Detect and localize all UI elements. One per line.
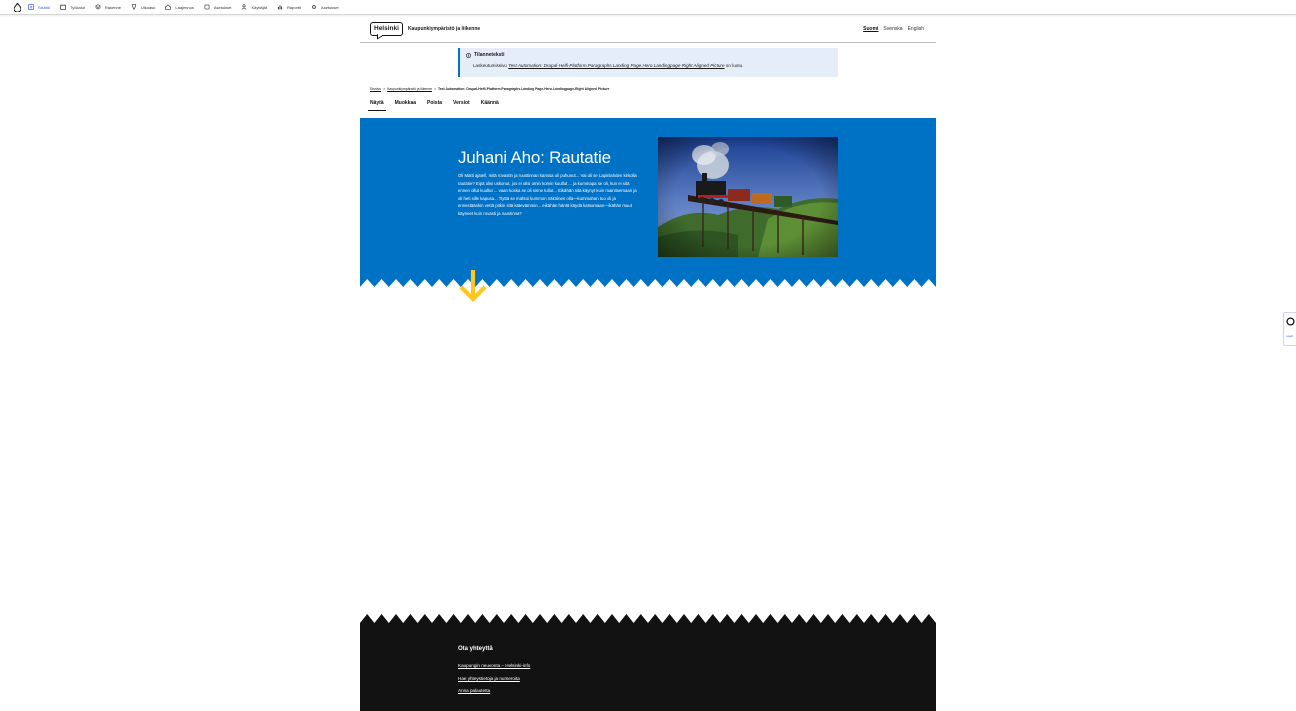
hero-image <box>658 137 838 257</box>
breadcrumb-separator: > <box>433 87 436 91</box>
structure-icon <box>94 4 101 10</box>
language-switcher: Suomi Svenska English <box>858 26 924 32</box>
info-icon <box>466 52 471 58</box>
toolbar-item-label: Asetukset <box>321 4 339 10</box>
toolbar-item-structure[interactable]: Rakenne <box>94 0 121 15</box>
tab-edit[interactable]: Muokkaa <box>393 99 418 111</box>
status-text-prefix: Laskeutumissivu <box>473 63 509 68</box>
lang-suomi[interactable]: Suomi <box>863 26 878 32</box>
footer-body: Ota yhteyttä Kaupungin neuvonta – Helsin… <box>360 626 936 711</box>
hero-wave-divider <box>360 279 936 303</box>
tab-delete[interactable]: Poista <box>425 99 444 111</box>
hero-description: Oli Matti ajatell, mitä rovastin ja ruus… <box>458 173 637 216</box>
toolbar-item-tools[interactable]: Työkalut <box>60 0 85 15</box>
breadcrumb-home[interactable]: Etusivu <box>370 87 381 91</box>
page: Helsinki Kaupunkiympäristö ja liikenne S… <box>360 15 936 711</box>
breadcrumb-section[interactable]: Kaupunkiympäristö ja liikenne <box>387 87 432 91</box>
tools-icon <box>60 4 66 10</box>
logo-text: Helsinki <box>374 25 399 32</box>
lang-svenska[interactable]: Svenska <box>883 26 902 32</box>
toolbar-item-config[interactable]: Asetukset <box>204 0 232 15</box>
tab-revisions[interactable]: Versiot <box>451 99 472 111</box>
toolbar-item-people[interactable]: Käyttäjät <box>241 0 267 15</box>
settings-icon <box>312 5 316 9</box>
drupal-logo-icon[interactable] <box>12 2 22 12</box>
toolbar-item-label: Käyttäjät <box>251 4 268 10</box>
toolbar-item-label: Asetukset <box>213 4 232 10</box>
feedback-tab[interactable]: Login <box>1283 312 1296 346</box>
config-icon <box>204 4 210 10</box>
breadcrumb-separator: > <box>383 87 386 91</box>
toolbar-item-label: Työkalut <box>70 4 85 10</box>
status-text: Laskeutumissivu Test Automation: Drupal-… <box>473 63 832 68</box>
toolbar-item-label: Sisältö <box>38 4 51 10</box>
toolbar-item-appearance[interactable]: Ulkoasu <box>131 0 155 15</box>
footer-link-contact-search[interactable]: Hae yhteystietoja ja numeroita <box>458 676 520 681</box>
content-icon <box>28 4 34 10</box>
status-message: Tilanneteksti Laskeutumissivu Test Autom… <box>458 48 838 77</box>
tab-translate[interactable]: Käännä <box>479 99 501 111</box>
status-title: Tilanneteksti <box>466 52 832 58</box>
toolbar-item-label: Raportit <box>287 4 302 10</box>
feedback-label: Login <box>1286 334 1294 338</box>
status-text-suffix: on luotu. <box>724 63 744 68</box>
helsinki-logo[interactable]: Helsinki <box>370 21 403 36</box>
appearance-icon <box>131 4 137 10</box>
footer-title: Ota yhteyttä <box>458 646 493 652</box>
toolbar-item-extend[interactable]: Laajennus <box>165 0 194 15</box>
footer-link-helsinki-info[interactable]: Kaupungin neuvonta – Helsinki-info <box>458 663 530 668</box>
breadcrumb-current: Test Automation: Drupal-Helfi-Platform.P… <box>437 87 610 91</box>
toolbar-item-label: Ulkoasu <box>140 4 156 10</box>
toolbar-item-settings[interactable]: Asetukset <box>311 0 339 15</box>
status-title-text: Tilanneteksti <box>474 52 505 58</box>
hero-section: Juhani Aho: Rautatie Oli Matti ajatell, … <box>360 118 936 303</box>
site-header: Helsinki Kaupunkiympäristö ja liikenne S… <box>360 15 936 43</box>
breadcrumb: Etusivu > Kaupunkiympäristö ja liikenne … <box>370 87 609 91</box>
admin-toolbar: Sisältö Työkalut Rakenne Ulkoasu Laajennus As… <box>0 0 1296 15</box>
local-tasks: Näytä Muokkaa Poista Versiot Käännä <box>368 99 508 111</box>
status-node-link[interactable]: Test Automation: Drupal-Helfi-Platform.P… <box>508 63 724 68</box>
toolbar-item-label: Laajennus <box>175 4 194 10</box>
tab-view[interactable]: Näytä <box>368 99 386 111</box>
feedback-icon <box>1286 317 1295 326</box>
extend-icon <box>165 4 172 10</box>
arrow-down-icon[interactable] <box>457 270 489 303</box>
hero-title: Juhani Aho: Rautatie <box>458 148 611 167</box>
toolbar-item-content[interactable]: Sisältö <box>28 0 50 15</box>
footer-link-feedback[interactable]: Anna palautetta <box>458 688 490 693</box>
site-footer: Ota yhteyttä Kaupungin neuvonta – Helsin… <box>360 613 936 711</box>
site-name[interactable]: Kaupunkiympäristö ja liikenne <box>408 26 480 32</box>
people-icon <box>242 4 247 10</box>
reports-icon <box>277 5 283 10</box>
lang-english[interactable]: English <box>908 26 924 32</box>
toolbar-item-label: Rakenne <box>104 4 121 10</box>
toolbar-item-reports[interactable]: Raportit <box>277 0 301 15</box>
